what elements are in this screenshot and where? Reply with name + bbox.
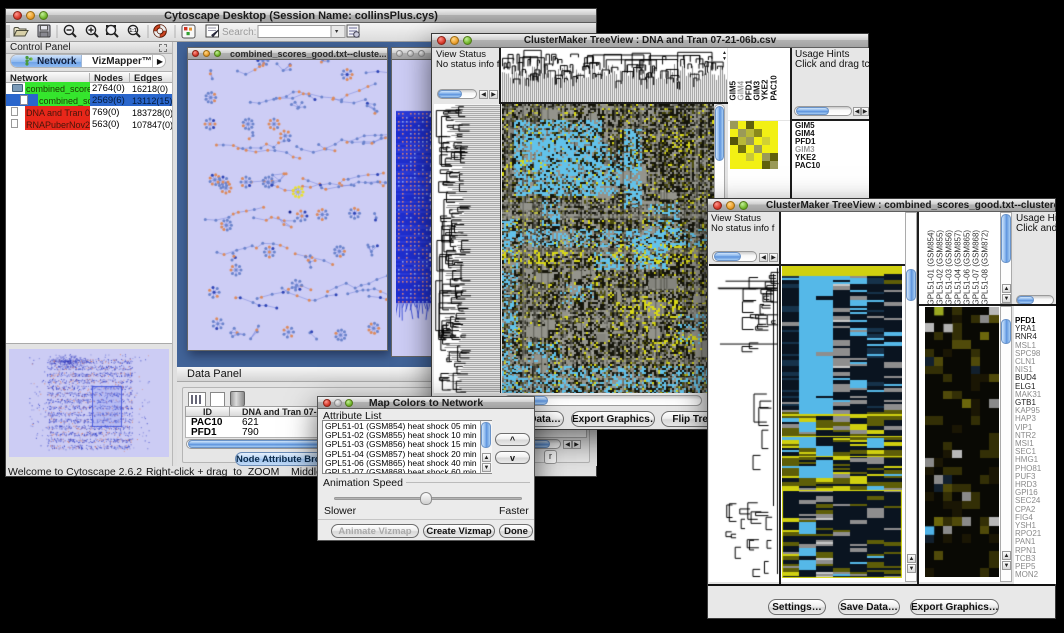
svg-text:Search:: Search:	[222, 27, 256, 38]
svg-text:1:1: 1:1	[129, 28, 136, 34]
